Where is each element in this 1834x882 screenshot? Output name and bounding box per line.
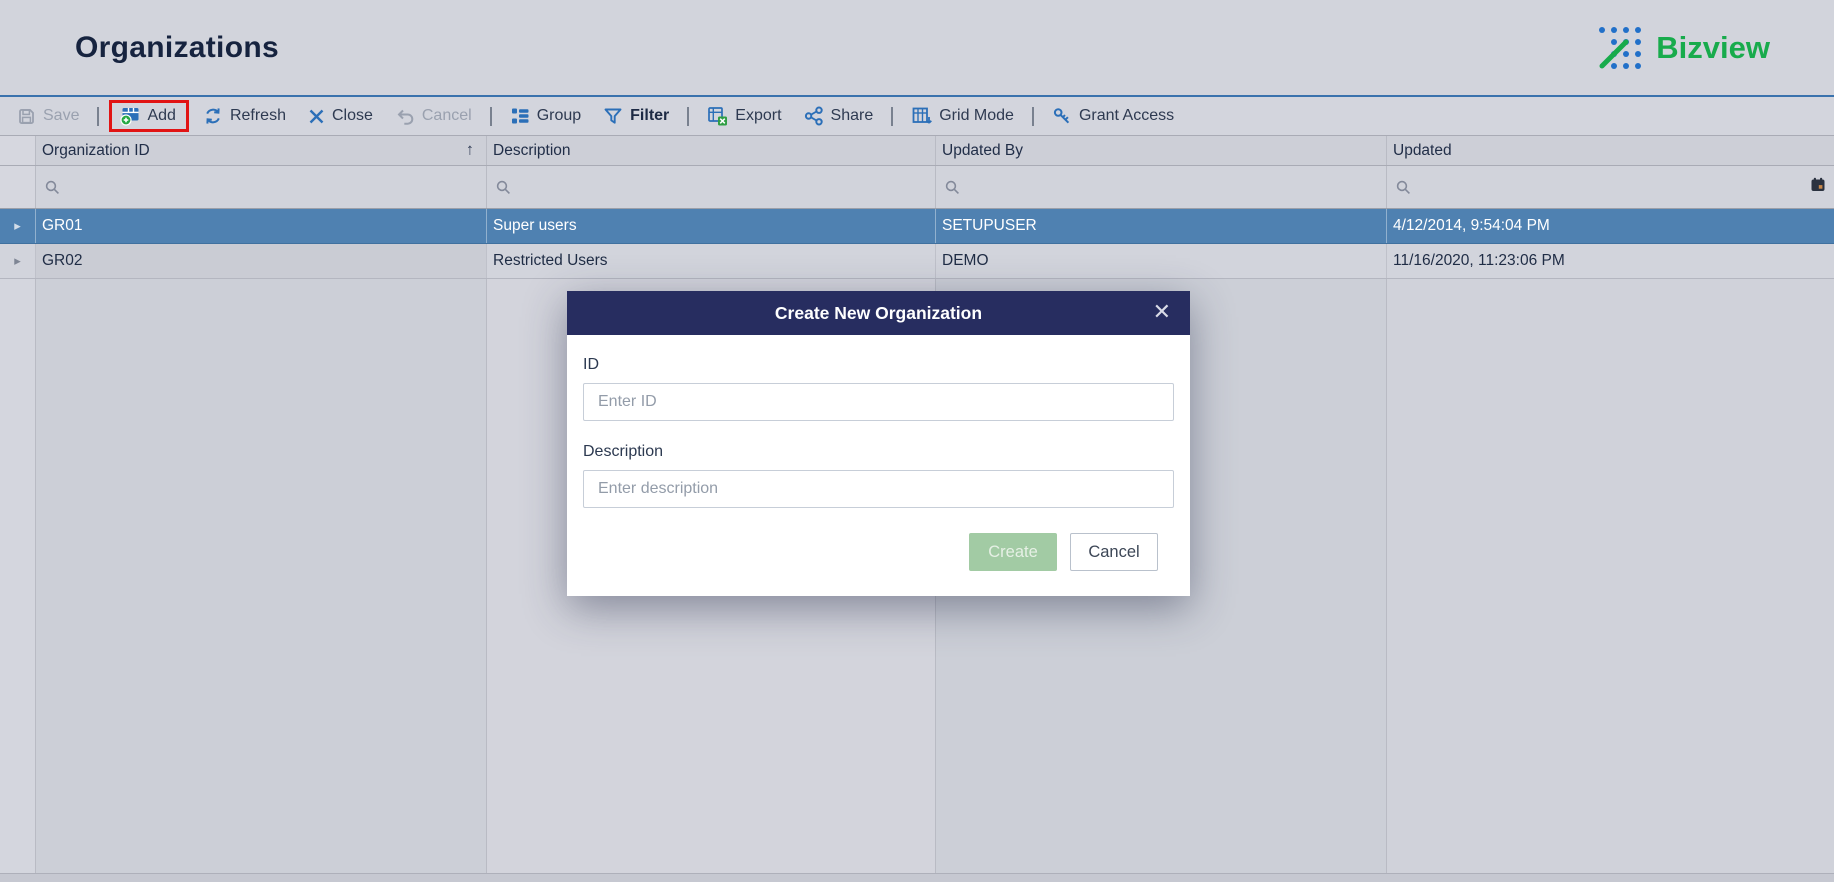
dialog-footer: Create Cancel (583, 508, 1174, 571)
save-label: Save (43, 107, 80, 124)
filter-cell-updated[interactable] (1387, 166, 1834, 208)
id-input[interactable] (583, 383, 1174, 421)
brand-logo: Bizview (1595, 23, 1770, 73)
toolbar-separator (891, 106, 894, 126)
id-field-label: ID (583, 356, 599, 373)
dialog-title: Create New Organization (774, 302, 983, 323)
grid-mode-button[interactable]: Grid Mode (900, 97, 1025, 135)
add-icon (120, 108, 139, 126)
grid-header-row: Organization ID ↑ Description Updated By… (0, 136, 1834, 166)
export-label: Export (735, 107, 782, 124)
filter-icon (604, 108, 622, 124)
column-header-label: Updated (1393, 141, 1452, 159)
column-header-label: Description (493, 141, 571, 159)
filter-cell-organization-id[interactable] (36, 166, 487, 208)
row-expander-icon: ▸ (14, 253, 21, 268)
column-header-description[interactable]: Description (487, 136, 936, 165)
cell-updated[interactable]: 11/16/2020, 11:23:06 PM (1387, 244, 1834, 278)
create-button[interactable]: Create (969, 533, 1057, 571)
empty-column-band (0, 279, 36, 873)
search-icon (1396, 180, 1410, 194)
column-header-label: Organization ID (42, 141, 150, 159)
cell-updated[interactable]: 4/12/2014, 9:54:04 PM (1387, 209, 1834, 243)
column-header-organization-id[interactable]: Organization ID ↑ (36, 136, 487, 165)
search-icon (45, 180, 59, 194)
page-title: Organizations (75, 30, 279, 64)
column-header-label: Updated By (942, 141, 1023, 159)
export-button[interactable]: Export (696, 97, 792, 135)
cell-updated-by[interactable]: DEMO (936, 244, 1387, 278)
sort-ascending-icon: ↑ (466, 141, 474, 159)
description-field-label: Description (583, 443, 664, 460)
cell-description[interactable]: Restricted Users (487, 244, 936, 278)
cell-organization-id[interactable]: GR02 (36, 244, 487, 278)
filter-button[interactable]: Filter (592, 97, 680, 135)
cancel-toolbar-button[interactable]: Cancel (384, 97, 483, 135)
cancel-toolbar-label: Cancel (421, 107, 472, 124)
dialog-close-icon[interactable]: ✕ (1153, 301, 1171, 323)
row-expander-icon: ▸ (14, 218, 21, 233)
grant-access-button[interactable]: Grant Access (1041, 97, 1185, 135)
empty-column-band (36, 279, 487, 873)
description-input[interactable] (583, 470, 1174, 508)
row-expander[interactable]: ▸ (0, 244, 36, 278)
save-button[interactable]: Save (6, 97, 90, 135)
group-button[interactable]: Group (499, 97, 592, 135)
dialog-header: Create New Organization ✕ (567, 291, 1190, 335)
refresh-button[interactable]: Refresh (192, 97, 297, 135)
cell-updated-by[interactable]: SETUPUSER (936, 209, 1387, 243)
page-header: Organizations Bizview (0, 0, 1834, 95)
save-icon (19, 108, 34, 124)
close-button[interactable]: Close (297, 97, 384, 135)
dialog-body: ID Description Create Cancel (567, 335, 1190, 571)
filter-cell-updated-by[interactable] (936, 166, 1387, 208)
filter-cell-expander (0, 166, 36, 208)
search-icon (496, 180, 510, 194)
id-field-group: ID (583, 356, 1174, 421)
refresh-label: Refresh (229, 107, 286, 124)
app-window: Organizations Bizview Save Add Refresh C… (0, 0, 1834, 882)
cell-description[interactable]: Super users (487, 209, 936, 243)
horizontal-scrollbar-track[interactable] (0, 873, 1834, 882)
add-button[interactable]: Add (109, 100, 189, 132)
share-icon (804, 106, 823, 126)
brand-name: Bizview (1656, 29, 1770, 65)
grant-access-key-icon (1053, 108, 1070, 124)
add-label: Add (147, 107, 176, 124)
grid-filter-row (0, 166, 1834, 209)
share-button[interactable]: Share (793, 97, 885, 135)
table-row-gr01[interactable]: ▸ GR01 Super users SETUPUSER 4/12/2014, … (0, 209, 1834, 244)
column-header-updated[interactable]: Updated (1387, 136, 1834, 165)
close-label: Close (331, 107, 373, 124)
refresh-icon (206, 108, 220, 124)
toolbar-separator (1031, 106, 1034, 126)
group-icon (511, 108, 529, 124)
cancel-button[interactable]: Cancel (1070, 533, 1158, 571)
group-label: Group (536, 107, 582, 124)
toolbar-separator (97, 106, 100, 126)
export-icon (708, 107, 728, 126)
bizview-logo-icon (1599, 26, 1642, 69)
search-icon (945, 180, 959, 194)
grid-mode-icon (912, 107, 933, 124)
cancel-undo-icon (397, 109, 414, 125)
expander-column-header (0, 136, 36, 165)
row-expander[interactable]: ▸ (0, 209, 36, 243)
toolbar-separator (489, 106, 492, 126)
grid-mode-label: Grid Mode (939, 107, 1014, 124)
toolbar-separator (687, 106, 690, 126)
description-field-group: Description (583, 443, 1174, 508)
calendar-picker-icon[interactable] (1810, 177, 1826, 198)
grant-access-label: Grant Access (1078, 107, 1175, 124)
cell-organization-id[interactable]: GR01 (36, 209, 487, 243)
toolbar: Save Add Refresh Close Cancel Group Filt… (0, 95, 1834, 136)
create-organization-dialog: Create New Organization ✕ ID Description… (567, 291, 1190, 596)
filter-cell-description[interactable] (487, 166, 936, 208)
empty-column-band (1387, 279, 1834, 873)
column-header-updated-by[interactable]: Updated By (936, 136, 1387, 165)
filter-label: Filter (630, 107, 670, 124)
table-row-gr02[interactable]: ▸ GR02 Restricted Users DEMO 11/16/2020,… (0, 244, 1834, 279)
share-label: Share (830, 107, 874, 124)
close-icon (309, 109, 324, 123)
